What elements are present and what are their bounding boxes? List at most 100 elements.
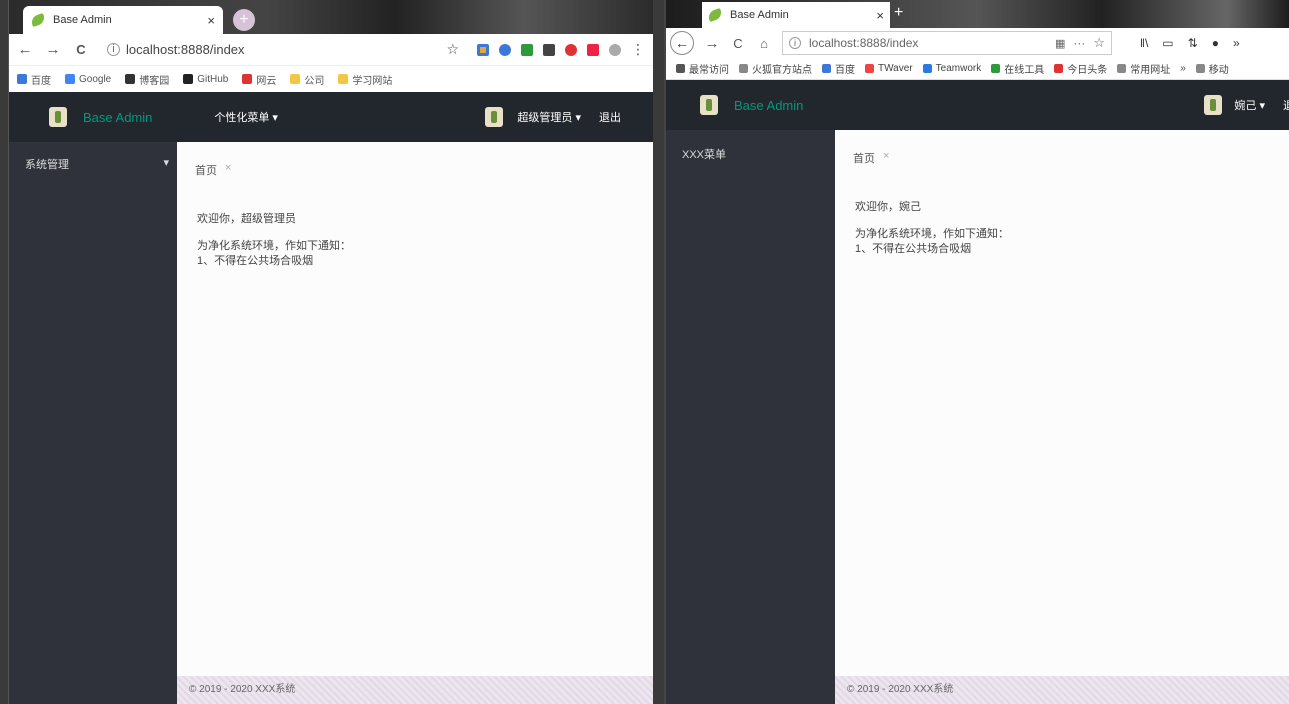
- tab-title: Base Admin: [730, 9, 789, 21]
- chrome-toolbar: ← → C i localhost:8888/index ☆ ⋮: [9, 34, 653, 66]
- bookmark-item[interactable]: TWaver: [865, 63, 913, 74]
- bookmark-icon: [922, 64, 932, 73]
- back-button[interactable]: ←: [17, 41, 33, 58]
- app-name[interactable]: Base Admin: [734, 98, 803, 113]
- extension-icon[interactable]: [543, 43, 555, 56]
- firefox-toolbar: ← → C ⌂ i localhost:8888/index ▦ ··· ☆ ‖…: [666, 28, 1289, 58]
- bookmark-item[interactable]: 网云: [242, 72, 276, 87]
- welcome-text: 欢迎你，婉己: [855, 201, 921, 213]
- profile-avatar-icon[interactable]: [609, 43, 621, 56]
- reload-button[interactable]: C: [73, 42, 89, 57]
- extension-icon[interactable]: [499, 43, 511, 56]
- browser-tab[interactable]: Base Admin ×: [702, 2, 890, 28]
- user-menu-dropdown[interactable]: 婉己 ▾: [1234, 97, 1265, 113]
- app-name[interactable]: Base Admin: [83, 110, 152, 125]
- notice-item: 1、不得在公共场合吸烟: [855, 243, 972, 255]
- sidebar-item-xxx[interactable]: XXX菜单: [682, 146, 835, 162]
- tab-home[interactable]: 首页: [853, 150, 875, 166]
- url-text: localhost:8888/index: [126, 42, 245, 57]
- extensions-area: ⋮: [477, 41, 645, 58]
- close-icon[interactable]: ×: [225, 162, 231, 178]
- bookmarks-overflow-icon[interactable]: »: [1180, 63, 1186, 74]
- library-icon[interactable]: ‖\: [1140, 36, 1148, 50]
- address-bar[interactable]: i localhost:8888/index ▦ ··· ☆: [782, 31, 1112, 55]
- bookmark-item[interactable]: 移动: [1195, 61, 1229, 76]
- bookmark-icon: [1195, 64, 1205, 73]
- bookmark-label: TWaver: [878, 63, 913, 74]
- new-tab-button[interactable]: +: [233, 9, 255, 31]
- custom-menu-dropdown[interactable]: 个性化菜单 ▾: [214, 109, 278, 125]
- bookmark-item[interactable]: 百度: [822, 61, 855, 76]
- breadcrumb: 首页 ×: [835, 130, 1289, 166]
- app-header: Base Admin 婉己 ▾ 退出: [666, 80, 1289, 130]
- tab-close-icon[interactable]: ×: [207, 13, 215, 28]
- page-actions-icon[interactable]: ···: [1073, 36, 1085, 50]
- qr-code-icon[interactable]: ▦: [1055, 37, 1065, 50]
- bookmark-label: 博客园: [139, 75, 170, 87]
- sidebar-item-system[interactable]: 系统管理 ▾: [25, 156, 169, 172]
- reload-button[interactable]: C: [730, 36, 746, 51]
- chevron-down-icon: ▾: [163, 157, 169, 169]
- bookmark-label: 在线工具: [1004, 65, 1045, 76]
- bookmark-item[interactable]: 学习网站: [338, 72, 392, 87]
- bookmark-item[interactable]: GitHub: [183, 74, 228, 85]
- bookmark-label: 移动: [1208, 65, 1229, 76]
- chat-icon[interactable]: ●: [1212, 36, 1219, 50]
- bookmark-label: GitHub: [197, 73, 229, 85]
- forward-button[interactable]: →: [45, 41, 61, 58]
- bookmark-item[interactable]: Google: [65, 74, 111, 85]
- leaf-favicon-icon: [706, 7, 724, 23]
- back-button[interactable]: ←: [670, 31, 694, 55]
- bookmark-icon: [1117, 64, 1127, 73]
- extension-icon[interactable]: [587, 43, 599, 56]
- logout-link[interactable]: 退出: [599, 109, 621, 125]
- browser-tab[interactable]: Base Admin ×: [23, 6, 223, 34]
- bookmark-star-icon[interactable]: ☆: [446, 41, 459, 58]
- sidebar-item-label: 系统管理: [25, 159, 69, 171]
- bookmark-item[interactable]: 在线工具: [991, 61, 1044, 76]
- logout-link[interactable]: 退出: [1283, 97, 1289, 113]
- user-avatar: [1204, 95, 1223, 115]
- home-icon[interactable]: ⌂: [756, 36, 772, 51]
- bookmark-icon: [338, 74, 349, 84]
- bookmark-label: 常用网址: [1130, 65, 1171, 76]
- shield-icon[interactable]: [521, 43, 533, 56]
- bookmarks-bar: 百度 Google 博客园 GitHub 网云 公司 学习网站: [9, 66, 653, 92]
- bookmark-icon: [822, 64, 831, 73]
- welcome-panel: 欢迎你，婉己 为净化系统环境，作如下通知： 1、不得在公共场合吸烟: [835, 166, 1289, 257]
- chrome-menu-icon[interactable]: ⋮: [631, 41, 645, 58]
- bookmark-item[interactable]: 火狐官方站点: [739, 61, 812, 76]
- user-menu-dropdown[interactable]: 超级管理员 ▾: [517, 109, 581, 125]
- forward-button[interactable]: →: [704, 35, 720, 52]
- main-content: 首页 × 欢迎你，婉己 为净化系统环境，作如下通知： 1、不得在公共场合吸烟 ©…: [835, 130, 1289, 704]
- bookmark-icon: [739, 64, 748, 73]
- user-avatar: [485, 107, 504, 127]
- tab-home[interactable]: 首页: [195, 162, 217, 178]
- tab-close-icon[interactable]: ×: [876, 8, 884, 23]
- address-bar[interactable]: i localhost:8888/index ☆: [101, 38, 465, 62]
- sidebar: 系统管理 ▾: [9, 142, 177, 704]
- info-icon[interactable]: i: [107, 43, 120, 56]
- new-tab-button[interactable]: +: [894, 4, 903, 22]
- bookmark-item[interactable]: 公司: [290, 72, 324, 87]
- overflow-icon[interactable]: »: [1233, 36, 1240, 50]
- info-icon[interactable]: i: [789, 37, 801, 49]
- bookmark-item[interactable]: 今日头条: [1054, 61, 1107, 76]
- close-icon[interactable]: ×: [883, 150, 889, 166]
- bookmark-item[interactable]: 百度: [17, 72, 51, 87]
- extension-icon[interactable]: [477, 43, 489, 56]
- bookmark-item[interactable]: Teamwork: [922, 63, 982, 74]
- bookmark-item[interactable]: 常用网址: [1117, 61, 1170, 76]
- bookmark-item[interactable]: 最常访问: [676, 61, 729, 76]
- bookmark-label: Teamwork: [935, 63, 982, 74]
- bookmark-item[interactable]: 博客园: [125, 72, 169, 87]
- screenshot-icon[interactable]: ⇅: [1188, 36, 1198, 50]
- bookmark-label: 最常访问: [689, 65, 729, 76]
- sidebar-icon[interactable]: ▭: [1162, 36, 1173, 50]
- bookmark-icon: [242, 74, 253, 84]
- bookmark-star-icon[interactable]: ☆: [1093, 35, 1105, 51]
- bookmark-icon: [125, 74, 136, 84]
- tab-title: Base Admin: [53, 14, 112, 26]
- opera-icon[interactable]: [565, 43, 577, 56]
- sidebar: XXX菜单: [666, 130, 835, 704]
